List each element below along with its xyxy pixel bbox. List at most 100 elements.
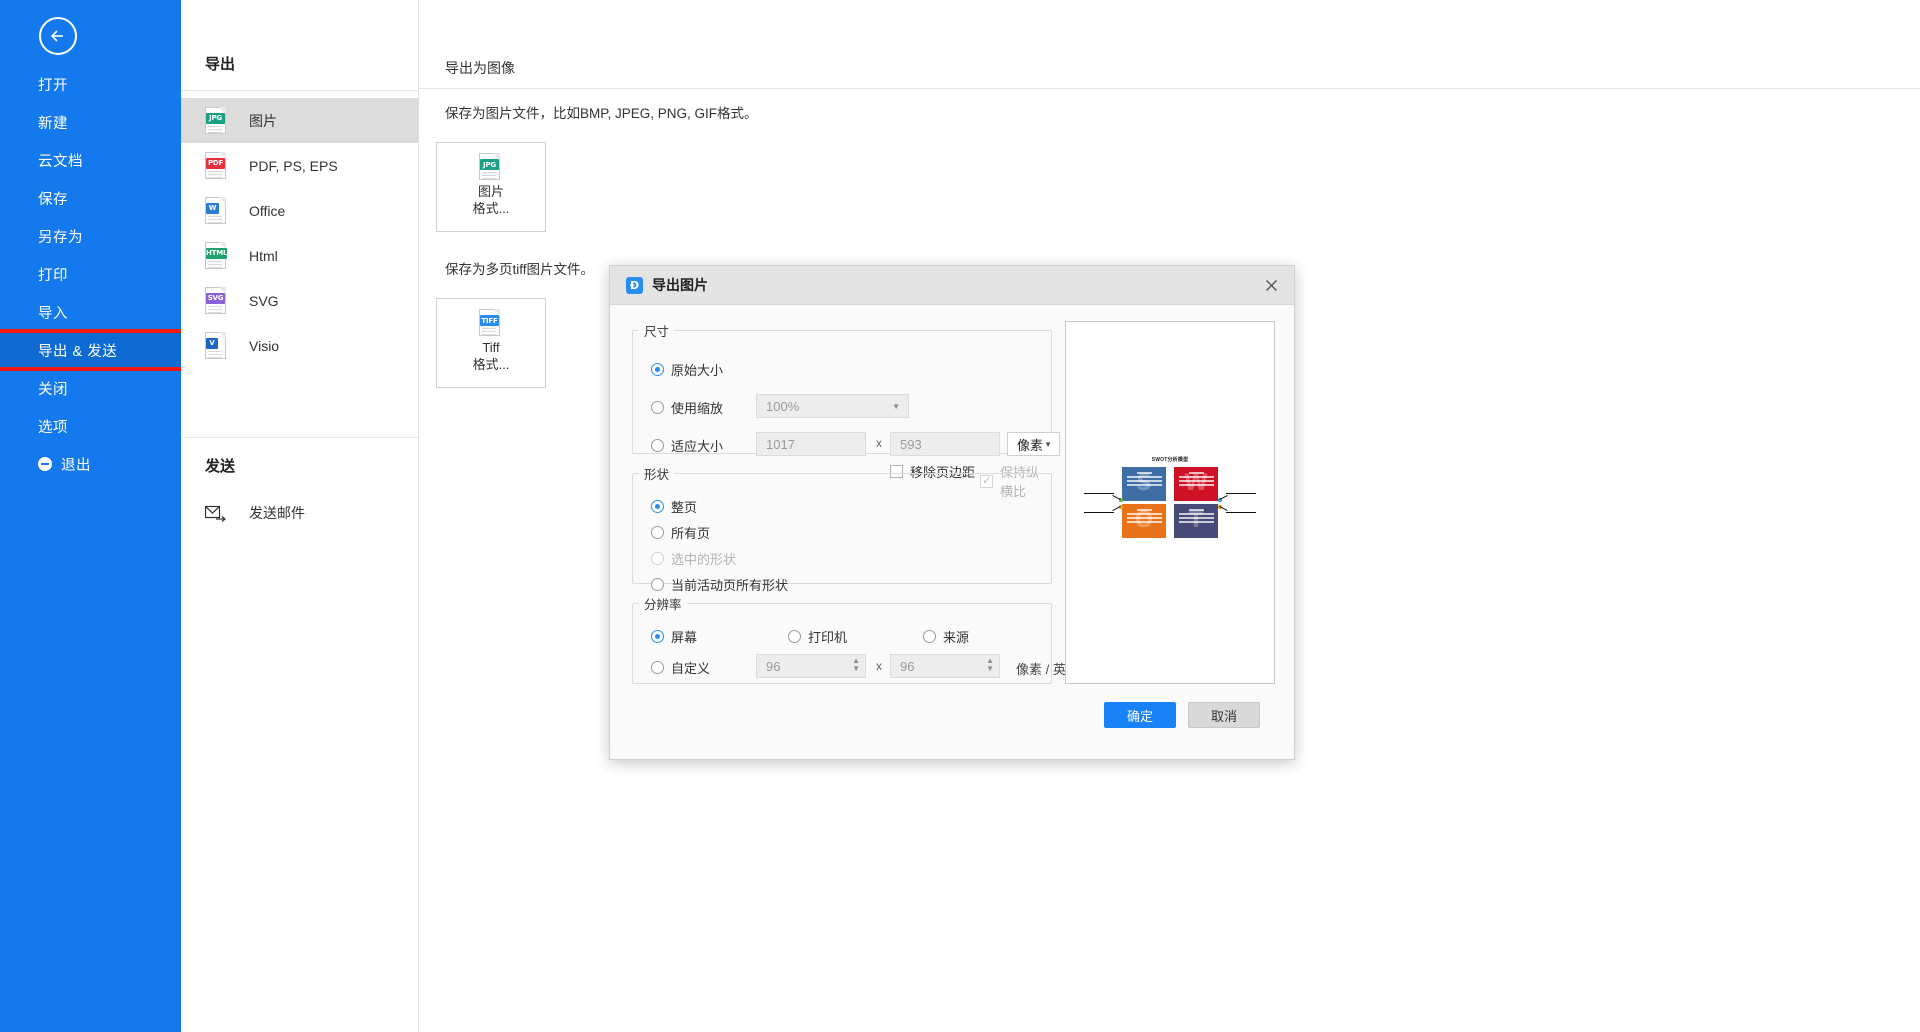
export-format-label: 图片	[249, 112, 277, 129]
export-format-pdf[interactable]: PDF PDF, PS, EPS	[181, 143, 419, 188]
export-format-html[interactable]: HTML Html	[181, 233, 419, 278]
fit-width-input[interactable]: 1017	[756, 432, 866, 456]
export-format-image[interactable]: JPG 图片	[181, 98, 419, 143]
export-format-visio[interactable]: V Visio	[181, 323, 419, 368]
preview-connector-line	[1112, 494, 1121, 501]
sidebar-item-save[interactable]: 保存	[0, 179, 181, 217]
x-separator: x	[876, 659, 882, 673]
radio-indicator	[651, 661, 664, 674]
scale-select[interactable]: 100% ▼	[756, 394, 909, 418]
x-separator: x	[876, 436, 882, 450]
export-heading: 导出	[205, 56, 236, 73]
preview-diagram-title: SWOT分析模型	[1151, 457, 1189, 463]
radio-screen[interactable]: 屏幕	[651, 627, 697, 646]
send-heading: 发送	[205, 458, 236, 475]
export-format-label: PDF, PS, EPS	[249, 157, 338, 174]
close-icon[interactable]	[1248, 266, 1294, 305]
fit-width-value: 1017	[766, 436, 795, 452]
sidebar-item-label: 选项	[38, 419, 68, 436]
sidebar-item-import[interactable]: 导入	[0, 293, 181, 331]
dpi-y-stepper[interactable]: 96 ▲ ▼	[890, 654, 1000, 678]
radio-printer[interactable]: 打印机	[788, 627, 847, 646]
preview-connector-line	[1226, 512, 1256, 513]
mail-send-icon	[204, 504, 229, 522]
radio-custom-dpi[interactable]: 自定义	[651, 658, 710, 677]
stepper-arrows-icon[interactable]: ▲ ▼	[852, 657, 860, 673]
radio-label: 所有页	[671, 526, 711, 541]
send-email-label: 发送邮件	[249, 505, 305, 521]
sidebar-item-close[interactable]: 关闭	[0, 369, 181, 407]
exit-icon	[38, 457, 52, 471]
unit-value: 像素	[1017, 437, 1044, 453]
preview-connector-line	[1084, 493, 1114, 494]
sidebar-item-export-and-send[interactable]: 导出 & 发送	[0, 329, 183, 371]
radio-label: 整页	[671, 500, 698, 515]
page-title: 导出为图像	[445, 60, 515, 76]
scale-value: 100%	[766, 398, 800, 414]
radio-fit-size[interactable]: 适应大小	[651, 436, 723, 455]
export-format-label: Visio	[249, 337, 280, 354]
preview-connector-line	[1084, 512, 1114, 513]
dpi-x-value: 96	[766, 658, 781, 674]
radio-label: 屏幕	[671, 630, 698, 645]
sidebar-item-print[interactable]: 打印	[0, 255, 181, 293]
tile-tiff-format[interactable]: TIFF Tiff 格式...	[436, 298, 546, 388]
preview-quadrant-s: S	[1122, 467, 1166, 501]
word-file-icon: W	[205, 196, 229, 225]
chevron-down-icon: ▼	[892, 401, 900, 411]
radio-current-page-shapes[interactable]: 当前活动页所有形状	[651, 575, 788, 594]
preview-quadrant-w: W	[1174, 467, 1218, 501]
sidebar: 打开 新建 云文档 保存 另存为 打印 导入 导出 & 发送 关闭 选项 退出	[0, 0, 183, 1032]
radio-indicator	[651, 439, 664, 452]
sidebar-item-label: 打开	[38, 77, 68, 94]
export-preview: SWOT分析模型 S W O T	[1065, 321, 1275, 684]
tile-label: 图片 格式...	[472, 184, 510, 216]
export-format-list: JPG 图片 PDF PDF, PS, EPS W Office HTML Ht…	[181, 98, 419, 368]
radio-original-size[interactable]: 原始大小	[651, 360, 723, 379]
radio-indicator	[651, 363, 664, 376]
back-arrow-icon[interactable]	[39, 17, 77, 55]
preview-connector-line	[1219, 494, 1228, 501]
sidebar-item-cloud-docs[interactable]: 云文档	[0, 141, 181, 179]
radio-label: 适应大小	[671, 439, 724, 454]
description-image: 保存为图片文件，比如BMP, JPEG, PNG, GIF格式。	[445, 106, 758, 121]
chevron-down-icon: ▼	[1044, 439, 1052, 449]
export-format-office[interactable]: W Office	[181, 188, 419, 233]
sidebar-item-options[interactable]: 选项	[0, 407, 181, 445]
radio-source[interactable]: 来源	[923, 627, 969, 646]
export-format-label: Office	[249, 202, 286, 219]
dpi-y-value: 96	[900, 658, 915, 674]
send-email-item[interactable]: 发送邮件	[181, 495, 419, 531]
sidebar-item-label: 另存为	[38, 229, 83, 246]
radio-whole-page[interactable]: 整页	[651, 497, 697, 516]
preview-canvas: SWOT分析模型 S W O T	[1075, 450, 1265, 556]
confirm-button[interactable]: 确定	[1104, 702, 1176, 728]
radio-indicator	[651, 630, 664, 643]
shape-group: 形状 整页 所有页 选中的形状 当前活动页所有形状	[632, 464, 1052, 593]
divider	[419, 88, 1920, 89]
sidebar-item-open[interactable]: 打开	[0, 65, 181, 103]
radio-use-scale[interactable]: 使用缩放	[651, 398, 723, 417]
pdf-file-icon: PDF	[205, 151, 229, 180]
radio-all-pages[interactable]: 所有页	[651, 523, 710, 542]
dpi-x-stepper[interactable]: 96 ▲ ▼	[756, 654, 866, 678]
description-tiff: 保存为多页tiff图片文件。	[445, 262, 595, 277]
sidebar-item-exit[interactable]: 退出	[0, 445, 181, 483]
sidebar-item-new[interactable]: 新建	[0, 103, 181, 141]
tile-image-format[interactable]: JPG 图片 格式...	[436, 142, 546, 232]
sidebar-item-label: 新建	[38, 115, 68, 132]
radio-indicator	[651, 500, 664, 513]
radio-label: 来源	[943, 630, 970, 645]
divider	[181, 437, 418, 438]
export-column: 导出 JPG 图片 PDF PDF, PS, EPS W Office HTML…	[181, 0, 419, 1032]
sidebar-item-label: 导入	[38, 305, 68, 322]
fit-height-input[interactable]: 593	[890, 432, 1000, 456]
unit-select[interactable]: 像素 ▼	[1007, 432, 1060, 456]
export-format-svg[interactable]: SVG SVG	[181, 278, 419, 323]
stepper-arrows-icon[interactable]: ▲ ▼	[986, 657, 994, 673]
preview-quadrant-t: T	[1174, 504, 1218, 538]
cancel-button[interactable]: 取消	[1188, 702, 1260, 728]
dialog-titlebar: Ð 导出图片	[610, 266, 1294, 305]
radio-indicator	[788, 630, 801, 643]
sidebar-item-save-as[interactable]: 另存为	[0, 217, 181, 255]
